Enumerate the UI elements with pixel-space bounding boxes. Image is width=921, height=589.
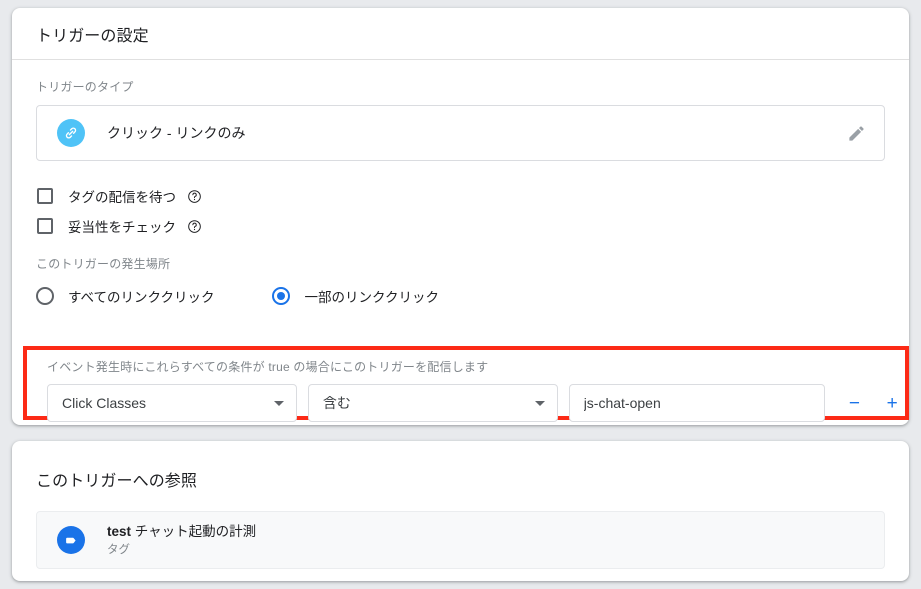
radio-row-all-link-clicks[interactable]: すべてのリンククリック xyxy=(36,286,214,306)
list-item[interactable]: test チャット起動の計測 タグ xyxy=(36,511,885,569)
reference-name-bold: test xyxy=(107,524,132,539)
condition-variable-value: Click Classes xyxy=(62,395,147,411)
radio-some-link-clicks[interactable] xyxy=(272,287,291,305)
pencil-icon[interactable] xyxy=(842,119,870,147)
checkbox-label-wait-for-tags: タグの配信を待つ xyxy=(68,190,176,205)
checkbox-row-check-validation[interactable]: 妥当性をチェック xyxy=(36,211,885,241)
chevron-down-icon xyxy=(273,400,284,406)
radio-label-some-link-clicks: 一部のリンククリック xyxy=(304,290,439,305)
condition-operator-select[interactable]: 含む xyxy=(307,384,558,422)
reference-name-rest: チャット起動の計測 xyxy=(131,524,257,539)
references-card: このトリガーへの参照 test チャット起動の計測 タグ xyxy=(12,441,909,581)
checkbox-label-check-validation: 妥当性をチェック xyxy=(68,220,176,235)
add-condition-button[interactable]: + xyxy=(879,394,905,413)
references-title: このトリガーへの参照 xyxy=(36,473,198,490)
radio-group: このトリガーの発生場所 すべてのリンククリック 一部のリンククリック xyxy=(36,255,885,306)
condition-highlight-box: イベント発生時にこれらすべての条件が true の場合にこのトリガーを配信します… xyxy=(23,346,909,422)
condition-variable-select[interactable]: Click Classes xyxy=(47,384,297,422)
condition-area: イベント発生時にこれらすべての条件が true の場合にこのトリガーを配信します… xyxy=(27,350,905,422)
help-circle-icon[interactable] xyxy=(187,219,202,234)
reference-type: タグ xyxy=(107,544,130,556)
checkbox-wait-for-tags[interactable] xyxy=(37,188,53,204)
page-title: トリガーの設定 xyxy=(36,27,149,45)
trigger-type-label: トリガーのタイプ xyxy=(36,80,134,94)
card-body: トリガーのタイプ クリック - リンクのみ タグの配信を待つ 妥当性をチェック … xyxy=(12,60,909,306)
trigger-settings-page: トリガーの設定 トリガーのタイプ クリック - リンクのみ タグの配信を待つ 妥… xyxy=(0,0,921,589)
chevron-down-icon xyxy=(534,400,545,406)
radio-options: すべてのリンククリック 一部のリンククリック xyxy=(36,282,885,306)
radio-group-label: このトリガーの発生場所 xyxy=(36,257,171,271)
checkbox-row-wait-for-tags[interactable]: タグの配信を待つ xyxy=(36,181,885,211)
card-header: トリガーの設定 xyxy=(12,8,909,60)
remove-condition-button[interactable]: − xyxy=(842,394,868,413)
condition-operator-value: 含む xyxy=(322,395,351,411)
link-icon xyxy=(57,119,85,147)
trigger-configuration-card: トリガーの設定 トリガーのタイプ クリック - リンクのみ タグの配信を待つ 妥… xyxy=(12,8,909,425)
radio-row-some-link-clicks[interactable]: 一部のリンククリック xyxy=(272,286,439,306)
reference-name: test チャット起動の計測 xyxy=(107,524,256,539)
radio-all-link-clicks[interactable] xyxy=(36,287,54,305)
trigger-type-name: クリック - リンクのみ xyxy=(107,125,246,141)
help-circle-icon[interactable] xyxy=(187,189,202,204)
checkbox-check-validation[interactable] xyxy=(37,218,53,234)
tag-icon xyxy=(57,526,85,554)
reference-text: test チャット起動の計測 タグ xyxy=(107,523,256,557)
radio-label-all-link-clicks: すべてのリンククリック xyxy=(68,290,215,305)
condition-value-input[interactable] xyxy=(568,384,825,422)
trigger-type-selector[interactable]: クリック - リンクのみ xyxy=(36,105,885,161)
condition-description: イベント発生時にこれらすべての条件が true の場合にこのトリガーを配信します xyxy=(47,360,489,374)
condition-row: Click Classes 含む − + xyxy=(47,384,905,422)
checkbox-group: タグの配信を待つ 妥当性をチェック xyxy=(36,181,885,241)
